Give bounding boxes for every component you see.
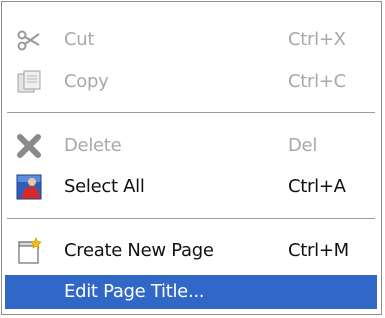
menu-item-label: Select All [64,176,145,197]
select-all-icon [16,174,42,200]
menu-item-label: Delete [64,135,122,156]
delete-icon [17,134,41,158]
menu-item-shortcut: Ctrl+M [288,240,349,261]
menu-item-label: Cut [64,29,95,50]
menu-item-shortcut: Del [288,135,318,156]
menu-item-label: Edit Page Title... [64,281,205,302]
menu-item-label: Copy [64,71,109,92]
context-menu: Cut Ctrl+X Copy Ctrl+C Delete Del Select… [1,1,382,315]
menu-item-delete[interactable]: Delete Del [5,128,377,164]
menu-item-shortcut: Ctrl+C [288,71,346,92]
menu-item-shortcut: Ctrl+A [288,176,346,197]
menu-item-shortcut: Ctrl+X [288,29,346,50]
new-page-icon [18,237,42,264]
menu-item-label: Create New Page [64,240,214,261]
menu-item-edit-page-title[interactable]: Edit Page Title... [5,275,377,309]
copy-icon [17,70,41,93]
scissors-icon [17,30,40,51]
menu-item-copy[interactable]: Copy Ctrl+C [5,64,377,100]
menu-separator [7,112,375,114]
menu-item-select-all[interactable]: Select All Ctrl+A [5,169,377,205]
menu-item-cut[interactable]: Cut Ctrl+X [5,22,377,58]
menu-separator [7,218,375,220]
menu-item-create-new-page[interactable]: Create New Page Ctrl+M [5,233,377,269]
